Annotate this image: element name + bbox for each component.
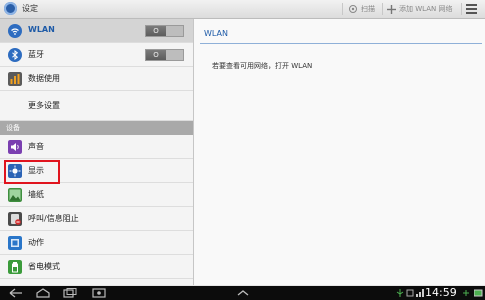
- sidebar-item-data-usage[interactable]: 数据使用: [0, 67, 193, 91]
- detail-title: WLAN: [204, 29, 229, 38]
- usb-debug-icon: [463, 290, 469, 296]
- sidebar-item-label: WLAN: [28, 25, 55, 34]
- scan-button[interactable]: 扫描: [348, 2, 375, 16]
- system-navigation-bar: 14:59: [0, 286, 485, 300]
- sidebar-item-label: 动作: [28, 238, 44, 247]
- sidebar-item-bluetooth[interactable]: 蓝牙 O: [0, 43, 193, 67]
- divider: [342, 3, 343, 15]
- section-header-device: 设备: [0, 121, 193, 135]
- clock: 14:59: [425, 286, 457, 299]
- sidebar-item-label: 数据使用: [28, 74, 60, 83]
- sidebar-item-label: 省电模式: [28, 262, 60, 271]
- usb-icon: [396, 289, 404, 297]
- wlan-toggle[interactable]: O: [145, 25, 184, 37]
- battery-icon: [474, 289, 483, 297]
- wallpaper-icon: [8, 188, 22, 202]
- sidebar-item-label: 声音: [28, 142, 44, 151]
- sidebar-item-wallpaper[interactable]: 墙纸: [0, 183, 193, 207]
- divider: [382, 3, 383, 15]
- sidebar-item-more-settings[interactable]: 更多设置: [0, 91, 193, 121]
- scan-label: 扫描: [361, 5, 375, 13]
- chevron-up-icon[interactable]: [236, 288, 250, 298]
- bluetooth-toggle[interactable]: O: [145, 49, 184, 61]
- power-saving-icon: [8, 260, 22, 274]
- section-header-label: 设备: [6, 124, 20, 132]
- sidebar-item-wlan[interactable]: WLAN O: [0, 19, 193, 43]
- home-icon[interactable]: [36, 288, 50, 298]
- bluetooth-icon: [8, 48, 22, 62]
- highlight-annotation: [4, 160, 60, 184]
- add-wlan-network-button[interactable]: 添加 WLAN 网络: [387, 2, 452, 16]
- settings-list: WLAN O 蓝牙 O 数据使用 更多设置 设备 声音 显示 墙纸 呼叫/信息阻…: [0, 19, 194, 285]
- sidebar-item-label: 墙纸: [28, 190, 44, 199]
- sidebar-item-power-saving[interactable]: 省电模式: [0, 255, 193, 279]
- toggle-state: O: [146, 50, 166, 60]
- notification-icon: [406, 289, 414, 297]
- sidebar-item-motion[interactable]: 动作: [0, 231, 193, 255]
- wlan-off-message: 若要查看可用网络，打开 WLAN: [212, 62, 313, 70]
- overflow-menu-icon[interactable]: [466, 4, 477, 14]
- call-block-icon: [8, 212, 22, 226]
- detail-pane: WLAN 若要查看可用网络，打开 WLAN: [194, 19, 485, 285]
- sidebar-item-label: 更多设置: [28, 101, 60, 110]
- screenshot-icon[interactable]: [92, 288, 106, 298]
- sidebar-item-label: 呼叫/信息阻止: [28, 214, 79, 223]
- divider: [461, 3, 462, 15]
- recent-apps-icon[interactable]: [63, 288, 77, 298]
- divider: [200, 43, 482, 44]
- sidebar-item-sound[interactable]: 声音: [0, 135, 193, 159]
- plus-icon: [387, 4, 396, 14]
- action-bar: 设定 扫描 添加 WLAN 网络: [0, 0, 485, 19]
- app-title: 设定: [22, 4, 38, 13]
- sound-icon: [8, 140, 22, 154]
- sidebar-item-label: 蓝牙: [28, 50, 44, 59]
- data-usage-icon: [8, 72, 22, 86]
- sidebar-item-call-block[interactable]: 呼叫/信息阻止: [0, 207, 193, 231]
- scan-icon: [349, 5, 357, 13]
- toggle-state: O: [146, 26, 166, 36]
- back-icon[interactable]: [8, 288, 24, 298]
- signal-icon: [416, 289, 424, 297]
- add-wlan-label: 添加 WLAN 网络: [399, 5, 453, 13]
- settings-gear-icon[interactable]: [4, 2, 17, 15]
- motion-icon: [8, 236, 22, 250]
- wifi-icon: [8, 24, 22, 38]
